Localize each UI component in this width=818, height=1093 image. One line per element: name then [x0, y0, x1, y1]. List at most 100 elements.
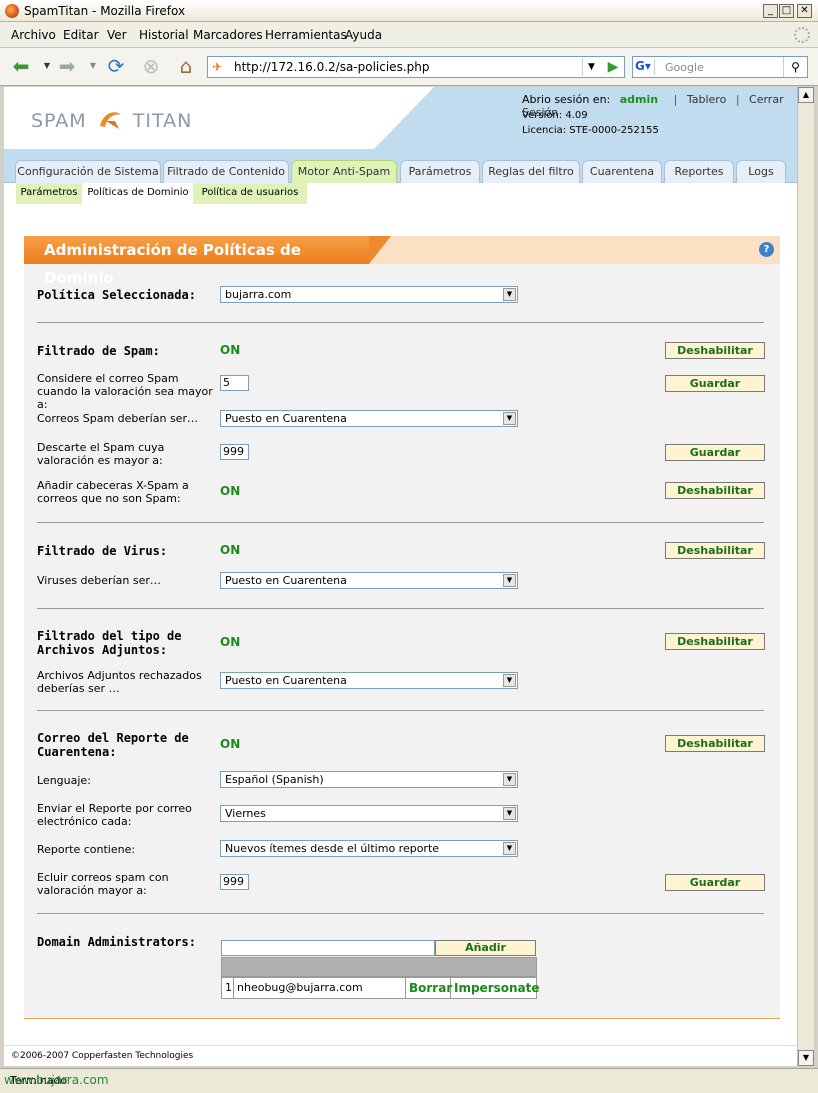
spam-filter-label: Filtrado de Spam: — [37, 344, 160, 358]
table-row: 1 nheobug@bujarra.com Borrar Impersonate — [221, 977, 540, 999]
menu-ayuda[interactable]: Ayuda — [345, 28, 382, 42]
xspam-headers-disable-button[interactable]: Deshabilitar — [665, 482, 765, 499]
subtab-politica-usuarios[interactable]: Política de usuarios — [193, 183, 307, 204]
spam-threshold-label: Considere el correo Spam cuando la valor… — [37, 372, 213, 411]
chevron-down-icon[interactable]: ▼ — [503, 674, 516, 687]
add-admin-button[interactable]: Añadir — [435, 940, 536, 956]
version-text: Versión: 4.09 — [522, 110, 588, 121]
domain-admins-block: Añadir 1 nheobug@bujarra.com Borrar Impe… — [221, 940, 540, 1000]
virus-action-select[interactable]: Puesto en Cuarentena ▼ — [220, 572, 518, 589]
maximize-button[interactable]: □ — [779, 4, 794, 18]
status-bar: Terminado — [0, 1068, 818, 1093]
spam-threshold-input[interactable]: 5 — [220, 375, 249, 391]
menu-editar[interactable]: Editar — [63, 28, 99, 42]
spam-discard-save-button[interactable]: Guardar — [665, 444, 765, 461]
reload-icon[interactable]: ⟳ — [103, 55, 129, 79]
send-report-select[interactable]: Viernes ▼ — [220, 805, 518, 822]
minimize-button[interactable]: _ — [763, 4, 778, 18]
chevron-down-icon[interactable]: ▼ — [503, 842, 516, 855]
url-text[interactable]: http://172.16.0.2/sa-policies.php — [234, 60, 429, 74]
tab-parametros[interactable]: Parámetros — [400, 160, 480, 183]
dashboard-link[interactable]: Tablero — [687, 93, 726, 106]
spam-action-select[interactable]: Puesto en Cuarentena ▼ — [220, 410, 518, 427]
go-icon[interactable]: ▶ — [604, 58, 622, 76]
panel-title-tip — [369, 236, 391, 264]
home-icon[interactable]: ⌂ — [173, 55, 199, 79]
search-input[interactable]: Google — [665, 61, 704, 74]
session-user[interactable]: admin — [620, 93, 658, 106]
panel-header: Administración de Políticas de Dominio ? — [24, 236, 780, 287]
url-bar[interactable]: ✈ http://172.16.0.2/sa-policies.php ▼ ▶ — [207, 56, 625, 78]
attachment-filter-label-line2: Archivos Adjuntos: — [37, 643, 168, 657]
attachment-action-select[interactable]: Puesto en Cuarentena ▼ — [220, 672, 518, 689]
chevron-down-icon[interactable]: ▼ — [503, 412, 516, 425]
language-label: Lenguaje: — [37, 774, 91, 787]
tab-reportes[interactable]: Reportes — [664, 160, 734, 183]
admin-email-input[interactable] — [221, 940, 435, 956]
exclude-spam-label: Ecluir correos spam con valoración mayor… — [37, 871, 169, 897]
chevron-down-icon[interactable]: ▼ — [503, 807, 516, 820]
attachment-disable-button[interactable]: Deshabilitar — [665, 633, 765, 650]
license-text: Licencia: STE-0000-252155 — [522, 125, 659, 136]
spamtitan-logo: SPAM TITAN — [31, 109, 192, 132]
spamtitan-header: SPAM TITAN Abrio sesión en: admin | Tabl… — [4, 87, 797, 149]
admin-delete-link[interactable]: Borrar — [406, 978, 452, 998]
navigation-toolbar: ⬅ ▼ ➡ ▼ ⟳ ⊗ ⌂ ✈ http://172.16.0.2/sa-pol… — [0, 48, 818, 86]
stop-icon[interactable]: ⊗ — [138, 55, 164, 79]
spam-disable-button[interactable]: Deshabilitar — [665, 342, 765, 359]
tab-configuracion[interactable]: Configuración de Sistema — [15, 160, 161, 183]
admin-row-number: 1 — [222, 978, 234, 998]
spam-discard-input[interactable]: 999 — [220, 444, 249, 460]
tab-logs[interactable]: Logs — [736, 160, 786, 183]
exclude-spam-input[interactable]: 999 — [220, 874, 249, 890]
admin-impersonate-link[interactable]: Impersonate — [451, 978, 540, 998]
attachment-filter-label-line1: Filtrado del tipo de — [37, 629, 182, 643]
virus-filter-label: Filtrado de Virus: — [37, 544, 168, 558]
spam-threshold-save-button[interactable]: Guardar — [665, 375, 765, 392]
scroll-up-icon[interactable]: ▲ — [798, 87, 814, 103]
language-select[interactable]: Español (Spanish) ▼ — [220, 771, 518, 788]
menu-herramientas[interactable]: Herramientas — [265, 28, 347, 42]
exclude-spam-save-button[interactable]: Guardar — [665, 874, 765, 891]
url-history-dropdown[interactable]: ▼ — [582, 58, 600, 76]
attachment-filter-status: ON — [220, 635, 241, 649]
watermark: www.bujarra.com — [4, 1073, 109, 1087]
virus-disable-button[interactable]: Deshabilitar — [665, 542, 765, 559]
vertical-scrollbar[interactable]: ▲ ▼ — [797, 87, 814, 1066]
menu-ver[interactable]: Ver — [107, 28, 127, 42]
divider — [37, 522, 764, 523]
menu-historial[interactable]: Historial — [139, 28, 189, 42]
menu-marcadores[interactable]: Marcadores — [193, 28, 263, 42]
quarantine-report-disable-button[interactable]: Deshabilitar — [665, 735, 765, 752]
logo-text-titan: TITAN — [132, 110, 193, 132]
xspam-headers-label: Añadir cabeceras X-Spam a correos que no… — [37, 479, 189, 505]
tab-reglas-filtro[interactable]: Reglas del filtro — [482, 160, 580, 183]
chevron-down-icon[interactable]: ▼ — [503, 773, 516, 786]
report-contains-value: Nuevos ítemes desde el último reporte — [225, 842, 440, 855]
tab-motor-antispam[interactable]: Motor Anti-Spam — [291, 160, 397, 184]
window-titlebar: SpamTitan - Mozilla Firefox _ □ ✕ — [0, 0, 818, 22]
separator: | — [673, 93, 678, 106]
search-box[interactable]: G▾ Google ⚲ — [632, 56, 808, 78]
forward-icon[interactable]: ➡ — [54, 55, 80, 79]
google-engine-icon[interactable]: G▾ — [635, 59, 655, 75]
scroll-down-icon[interactable]: ▼ — [798, 1050, 814, 1066]
spam-filter-status: ON — [220, 343, 241, 357]
tab-cuarentena[interactable]: Cuarentena — [582, 160, 662, 183]
help-icon[interactable]: ? — [759, 242, 774, 257]
attachment-filter-label: Filtrado del tipo de Archivos Adjuntos: — [37, 629, 182, 657]
policy-select[interactable]: bujarra.com ▼ — [220, 286, 518, 303]
back-icon[interactable]: ⬅ — [8, 55, 34, 79]
menu-archivo[interactable]: Archivo — [11, 28, 56, 42]
subtab-politicas-dominio[interactable]: Políticas de Dominio — [85, 183, 191, 204]
firefox-icon — [5, 4, 19, 18]
close-button[interactable]: ✕ — [797, 4, 812, 18]
main-tabs: Configuración de Sistema Filtrado de Con… — [4, 149, 797, 184]
chevron-down-icon[interactable]: ▼ — [503, 288, 516, 301]
subtab-parametros[interactable]: Parámetros — [16, 183, 82, 204]
search-icon[interactable]: ⚲ — [783, 57, 807, 77]
domain-policies-panel: Administración de Políticas de Dominio ?… — [24, 236, 780, 1019]
report-contains-select[interactable]: Nuevos ítemes desde el último reporte ▼ — [220, 840, 518, 857]
tab-filtrado-contenido[interactable]: Filtrado de Contenido — [163, 160, 289, 183]
chevron-down-icon[interactable]: ▼ — [503, 574, 516, 587]
